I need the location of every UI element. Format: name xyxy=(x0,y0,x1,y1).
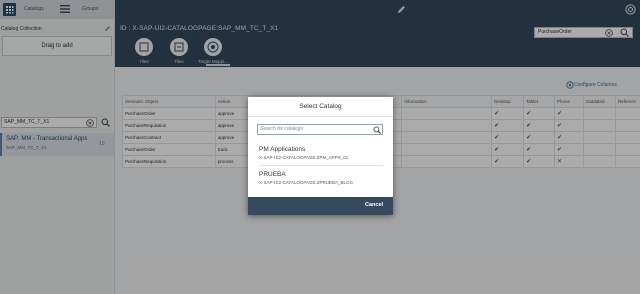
divider xyxy=(248,116,393,117)
catalog-option-title: PRUEBA xyxy=(259,171,286,178)
dialog-title: Select Catalog xyxy=(299,103,342,110)
select-catalog-dialog: Select Catalog Search for catalogs PM Ap… xyxy=(248,97,393,215)
cancel-button[interactable]: Cancel xyxy=(365,202,383,208)
catalog-option[interactable]: PRUEBA X-SAP-UI2-CATALOGPAGE:ZPRUEBA_BLO… xyxy=(248,166,393,191)
catalog-option-id: X-SAP-UI2-CATALOGPAGE:ZPM_APPS_01 xyxy=(259,155,349,160)
catalog-option-title: PM Applications xyxy=(259,146,306,153)
search-icon[interactable] xyxy=(373,126,381,134)
catalog-option-id: X-SAP-UI2-CATALOGPAGE:ZPRUEBA_BLOG xyxy=(259,180,354,185)
dialog-footer: Cancel xyxy=(248,197,393,215)
catalog-search-input[interactable]: Search for catalogs xyxy=(257,124,383,135)
catalog-option[interactable]: PM Applications X-SAP-UI2-CATALOGPAGE:ZP… xyxy=(248,141,393,166)
